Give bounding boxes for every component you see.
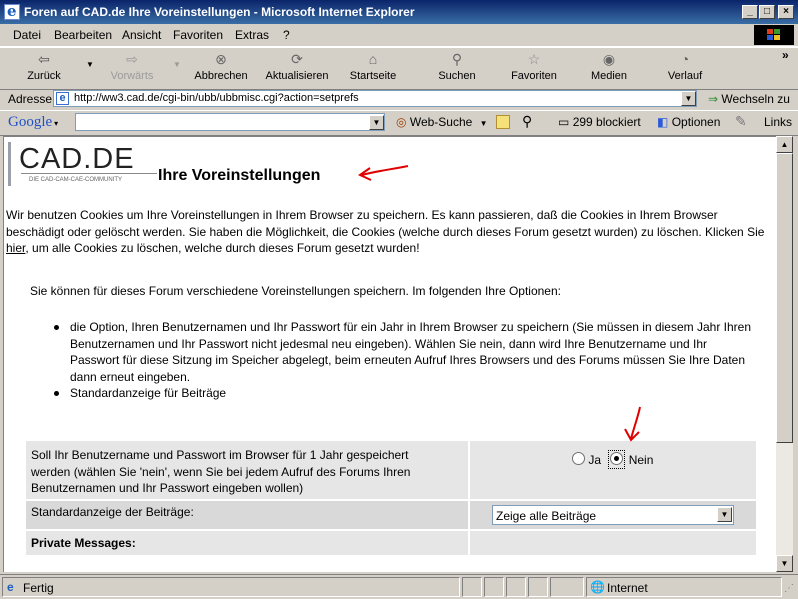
default-display-label: Standardanzeige der Beiträge: <box>31 505 194 519</box>
status-bar: e Fertig 🌐 Internet ⋰ <box>0 574 798 599</box>
binoculars-icon: ◎ <box>396 115 407 129</box>
scroll-down-icon[interactable]: ▼ <box>776 555 793 572</box>
radio-yes[interactable] <box>572 452 585 465</box>
options-button[interactable]: ◧ Optionen <box>657 115 720 129</box>
toolbar-more-chevron[interactable]: » <box>782 48 789 62</box>
go-arrow-icon: ⇒ <box>708 92 719 106</box>
status-panel: e Fertig <box>2 577 460 597</box>
globe-icon: 🌐 <box>590 580 605 594</box>
stop-button[interactable]: ⊗ Abbrechen <box>193 50 249 86</box>
history-icon: ◔ <box>680 51 690 67</box>
menu-datei[interactable]: Datei <box>13 28 41 42</box>
menu-help[interactable]: ? <box>283 28 290 42</box>
address-label: Adresse <box>8 92 53 106</box>
menu-ansicht[interactable]: Ansicht <box>122 28 161 42</box>
page-icon: e <box>56 92 69 105</box>
cad-logo[interactable]: CAD.DE DIE CAD-CAM-CAE-COMMUNITY <box>8 142 159 186</box>
refresh-icon: ⟳ <box>291 51 303 67</box>
zone-text: Internet <box>607 581 648 595</box>
annotation-arrow-down <box>624 406 641 442</box>
history-button[interactable]: ◔ Verlauf <box>666 50 704 86</box>
radio-yes-label: Ja <box>588 453 602 467</box>
forward-dropdown-icon[interactable]: ▼ <box>173 60 181 69</box>
bullet-dot <box>54 391 59 396</box>
remember-login-radios: Ja Nein <box>572 450 653 469</box>
home-icon: ⌂ <box>368 51 378 67</box>
web-search-button[interactable]: ◎ Web-Suche ▼ <box>396 115 488 129</box>
close-button[interactable]: × <box>778 5 794 19</box>
vertical-scrollbar[interactable]: ▲ ▼ <box>776 136 793 572</box>
address-input[interactable]: e http://ww3.cad.de/cgi-bin/ubb/ubbmisc.… <box>53 90 697 107</box>
news-icon[interactable] <box>496 115 510 129</box>
radio-no-label: Nein <box>628 453 654 467</box>
bullet-item: Standardanzeige für Beiträge <box>70 386 227 400</box>
web-search-dropdown-icon[interactable]: ▼ <box>480 119 488 128</box>
page-content: CAD.DE DIE CAD-CAM-CAE-COMMUNITY Ihre Vo… <box>3 136 776 572</box>
stop-icon: ⊗ <box>215 51 227 67</box>
back-arrow-icon: ⇦ <box>38 51 50 67</box>
address-dropdown-icon[interactable]: ▼ <box>681 91 696 106</box>
bullet-item: die Option, Ihren Benutzernamen und Ihr … <box>70 320 751 384</box>
google-logo[interactable]: Google ▾ <box>8 114 58 131</box>
resize-grip-icon[interactable]: ⋰ <box>784 583 794 594</box>
back-button[interactable]: ⇦ Zurück <box>22 50 66 86</box>
preferences-table: Soll Ihr Benutzername und Passwort im Br… <box>26 441 756 555</box>
radio-no[interactable] <box>610 452 624 465</box>
favorites-star-icon: ☆ <box>527 51 541 67</box>
favorites-button[interactable]: ☆ Favoriten <box>508 50 560 86</box>
menu-extras[interactable]: Extras <box>235 28 269 42</box>
table-cell <box>470 531 756 555</box>
ie-icon <box>4 2 20 20</box>
page-search-icon[interactable]: ⚲ <box>522 113 532 130</box>
radio-no-focus <box>608 450 626 469</box>
private-messages-label: Private Messages: <box>31 536 136 550</box>
intro-paragraph: Wir benutzen Cookies um Ihre Voreinstell… <box>6 208 765 255</box>
page-heading: Ihre Voreinstellungen <box>158 167 321 184</box>
google-search-dropdown-icon[interactable]: ▼ <box>369 115 384 130</box>
menu-favoriten[interactable]: Favoriten <box>173 28 223 42</box>
go-button[interactable]: ⇒ Wechseln zu <box>708 92 790 106</box>
annotation-arrow-left <box>357 165 409 181</box>
refresh-button[interactable]: ⟳ Aktualisieren <box>265 50 329 86</box>
links-button[interactable]: Links <box>764 115 792 129</box>
forward-button[interactable]: ⇨ Vorwärts <box>106 50 158 86</box>
bullet-dot <box>54 325 59 330</box>
title-bar: Foren auf CAD.de Ihre Voreinstellungen -… <box>0 0 798 24</box>
google-search-input[interactable]: ▼ <box>75 113 385 131</box>
status-text: Fertig <box>23 581 54 595</box>
popup-blocked-icon: ▭ <box>558 115 570 129</box>
minimize-button[interactable]: _ <box>742 5 758 19</box>
default-display-select[interactable]: Zeige alle Beiträge ▼ <box>492 505 734 525</box>
delete-cookies-link[interactable]: hier <box>6 241 25 255</box>
media-button[interactable]: ◉ Medien <box>589 50 629 86</box>
zone-panel: 🌐 Internet <box>586 577 782 597</box>
search-button[interactable]: ⚲ Suchen <box>436 50 478 86</box>
scroll-up-icon[interactable]: ▲ <box>776 136 793 153</box>
scroll-thumb[interactable] <box>776 153 793 443</box>
windows-logo-icon <box>754 25 794 45</box>
highlight-pen-icon[interactable]: ✎ <box>735 113 747 130</box>
back-dropdown-icon[interactable]: ▼ <box>86 60 94 69</box>
options-icon: ◧ <box>657 115 669 129</box>
remember-login-label: Soll Ihr Benutzername und Passwort im Br… <box>31 448 411 495</box>
popup-blocker[interactable]: ▭ 299 blockiert <box>558 115 641 129</box>
menu-bearbeiten[interactable]: Bearbeiten <box>54 28 112 42</box>
maximize-button[interactable]: □ <box>759 5 775 19</box>
options-intro: Sie können für dieses Forum verschiedene… <box>30 284 561 298</box>
forward-arrow-icon: ⇨ <box>126 51 138 67</box>
select-dropdown-icon[interactable]: ▼ <box>717 507 732 522</box>
home-button[interactable]: ⌂ Startseite <box>346 50 400 86</box>
address-url: http://ww3.cad.de/cgi-bin/ubb/ubbmisc.cg… <box>74 92 359 104</box>
window-title: Foren auf CAD.de Ihre Voreinstellungen -… <box>24 5 415 19</box>
media-icon: ◉ <box>602 51 616 67</box>
page-loaded-icon: e <box>7 580 14 594</box>
search-icon: ⚲ <box>451 51 463 67</box>
menu-bar: Datei Bearbeiten Ansicht Favoriten Extra… <box>0 24 798 47</box>
